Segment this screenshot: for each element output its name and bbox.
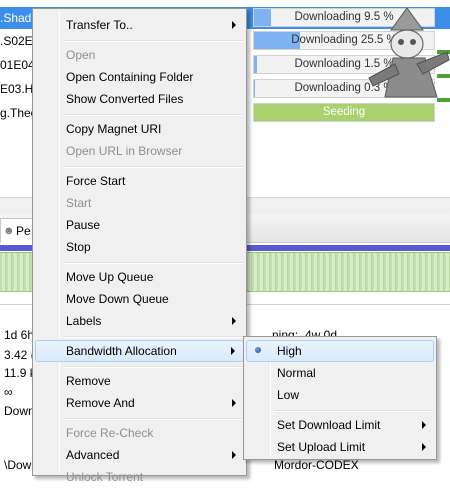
bandwidth-submenu: High Normal Low Set Download Limit Set U…: [243, 336, 437, 460]
menu-item-label: Set Upload Limit: [277, 440, 366, 454]
menu-item-start[interactable]: Start: [35, 192, 244, 214]
menu-separator: [63, 166, 243, 168]
submenu-arrow-icon: [232, 21, 236, 29]
menu-item-low[interactable]: Low: [246, 384, 434, 406]
menu-item-copy-magnet-uri[interactable]: Copy Magnet URI: [35, 118, 244, 140]
info-value: \Dow: [4, 458, 32, 472]
submenu-arrow-icon: [231, 347, 235, 355]
menu-item-label: Low: [277, 388, 300, 402]
peers-icon: ☻: [3, 225, 15, 237]
torrent-name: E03.H: [0, 82, 34, 96]
menu-item-open[interactable]: Open: [35, 44, 244, 66]
menu-item-label: Stop: [66, 240, 91, 254]
menu-item-move-down-queue[interactable]: Move Down Queue: [35, 288, 244, 310]
submenu-arrow-icon: [422, 443, 426, 451]
info-value: 1d 6h: [4, 328, 35, 342]
menu-separator: [63, 418, 243, 420]
menu-item-label: Bandwidth Allocation: [66, 344, 177, 358]
menu-item-remove[interactable]: Remove: [35, 370, 244, 392]
info-value: Mordor-CODEX: [274, 458, 359, 472]
menu-separator: [63, 366, 243, 368]
submenu-arrow-icon: [232, 399, 236, 407]
menu-item-label: Show Converted Files: [66, 92, 184, 106]
menu-item-label: Unlock Torrent: [66, 470, 144, 484]
torrent-name: .Shad: [0, 11, 32, 25]
menu-separator: [274, 410, 433, 412]
menu-item-force-recheck[interactable]: Force Re-Check: [35, 422, 244, 444]
menu-separator: [63, 262, 243, 264]
menu-separator: [63, 40, 243, 42]
menu-item-label: Open: [66, 48, 96, 62]
context-menu: Transfer To.. Open Open Containing Folde…: [32, 8, 247, 484]
info-value: Down: [4, 404, 35, 418]
menu-item-label: Set Download Limit: [277, 418, 381, 432]
menu-item-open-containing-folder[interactable]: Open Containing Folder: [35, 66, 244, 88]
menu-item-set-download-limit[interactable]: Set Download Limit: [246, 414, 434, 436]
menu-item-open-url-in-browser[interactable]: Open URL in Browser: [35, 140, 244, 162]
menu-item-label: Open Containing Folder: [66, 70, 194, 84]
menu-item-label: Force Start: [66, 174, 126, 188]
menu-item-label: Remove And: [66, 396, 135, 410]
menu-item-remove-and[interactable]: Remove And: [35, 392, 244, 414]
menu-item-force-start[interactable]: Force Start: [35, 170, 244, 192]
menu-separator: [63, 336, 243, 338]
menu-item-label: Move Down Queue: [66, 292, 169, 306]
menu-item-label: Move Up Queue: [66, 270, 154, 284]
menu-item-unlock-torrent[interactable]: Unlock Torrent: [35, 466, 244, 488]
menu-item-label: Remove: [66, 374, 111, 388]
info-value: ∞: [4, 385, 13, 399]
menu-item-move-up-queue[interactable]: Move Up Queue: [35, 266, 244, 288]
menu-item-label: Start: [66, 196, 92, 210]
menu-item-label: Force Re-Check: [66, 426, 154, 440]
radio-selected-icon: [255, 347, 261, 353]
mascot-illustration: [368, 7, 450, 98]
menu-item-bandwidth-allocation[interactable]: Bandwidth Allocation: [35, 340, 244, 362]
menu-item-advanced[interactable]: Advanced: [35, 444, 244, 466]
menu-separator: [63, 114, 243, 116]
menu-item-pause[interactable]: Pause: [35, 214, 244, 236]
menu-item-show-converted-files[interactable]: Show Converted Files: [35, 88, 244, 110]
menu-item-transfer-to[interactable]: Transfer To..: [35, 14, 244, 36]
menu-item-label: Copy Magnet URI: [66, 122, 162, 136]
menu-item-label: High: [277, 344, 302, 358]
menu-item-labels[interactable]: Labels: [35, 310, 244, 332]
submenu-arrow-icon: [232, 451, 236, 459]
tab-peers-label: Pe: [16, 224, 31, 238]
menu-item-label: Advanced: [66, 448, 120, 462]
menu-item-label: Open URL in Browser: [66, 144, 183, 158]
menu-item-set-upload-limit[interactable]: Set Upload Limit: [246, 436, 434, 458]
submenu-arrow-icon: [422, 421, 426, 429]
menu-item-high[interactable]: High: [246, 340, 434, 362]
menu-item-label: Pause: [66, 218, 101, 232]
submenu-arrow-icon: [232, 317, 236, 325]
menu-item-label: Transfer To..: [66, 18, 133, 32]
menu-item-label: Labels: [66, 314, 102, 328]
info-value: 3.42 (: [4, 348, 35, 362]
menu-item-normal[interactable]: Normal: [246, 362, 434, 384]
menu-item-stop[interactable]: Stop: [35, 236, 244, 258]
menu-item-label: Normal: [277, 366, 316, 380]
